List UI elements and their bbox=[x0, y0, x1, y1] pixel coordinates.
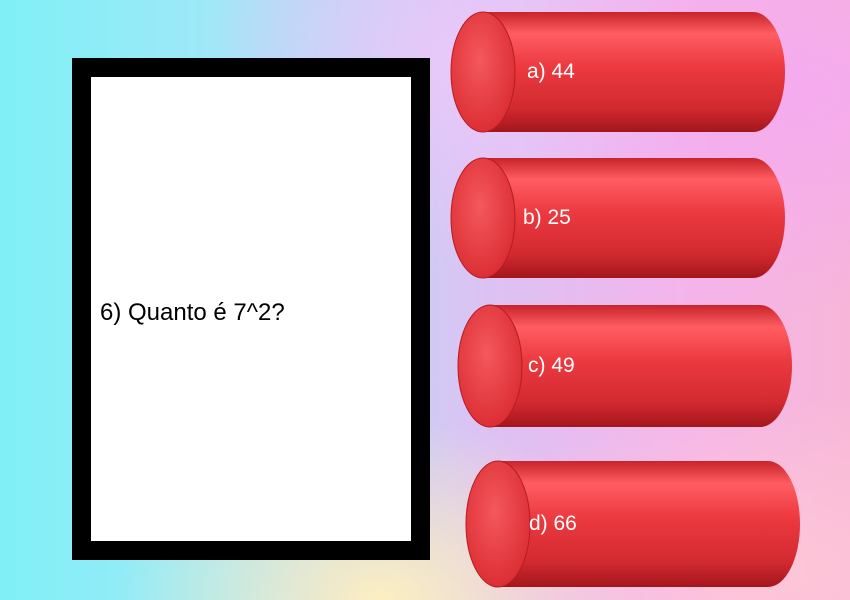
question-text: 6) Quanto é 7^2? bbox=[100, 299, 285, 326]
answer-option-a[interactable]: a) 44 bbox=[447, 8, 785, 136]
red-cylinder-icon bbox=[465, 460, 800, 588]
red-cylinder-icon bbox=[450, 11, 785, 133]
question-card: 6) Quanto é 7^2? bbox=[72, 58, 430, 560]
answer-option-b-label: b) 25 bbox=[523, 206, 571, 229]
red-cylinder-icon bbox=[457, 304, 792, 428]
answer-option-c[interactable]: c) 49 bbox=[454, 301, 792, 431]
answer-option-d-label: d) 66 bbox=[529, 512, 577, 535]
answer-option-c-label: c) 49 bbox=[528, 354, 575, 377]
answer-option-a-label: a) 44 bbox=[527, 60, 575, 83]
answer-option-b[interactable]: b) 25 bbox=[447, 154, 785, 282]
answer-option-d[interactable]: d) 66 bbox=[462, 457, 800, 591]
red-cylinder-icon bbox=[450, 157, 785, 279]
